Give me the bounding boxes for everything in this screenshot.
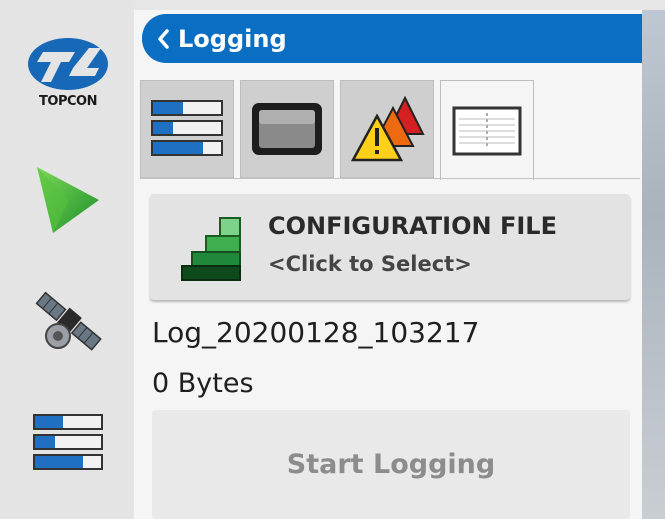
stairs-icon	[181, 217, 241, 281]
start-logging-button[interactable]: Start Logging	[152, 410, 630, 519]
start-logging-label: Start Logging	[286, 449, 496, 480]
tab-logging[interactable]	[440, 80, 534, 180]
run-screen-button[interactable]	[18, 160, 118, 240]
side-rail: TOPCON	[0, 0, 134, 519]
back-button[interactable]: Logging	[142, 14, 287, 63]
configuration-file-value: <Click to Select>	[268, 252, 472, 276]
logo-text: TOPCON	[39, 93, 97, 109]
configuration-file-title: CONFIGURATION FILE	[268, 212, 557, 240]
page-title: Logging	[178, 24, 287, 53]
logging-panel: Logging CONFIGURATION FILE <Click to Sel…	[134, 10, 642, 519]
chevron-left-icon	[158, 28, 169, 49]
system-button[interactable]	[18, 408, 118, 478]
bar-list-icon	[151, 100, 223, 156]
tab-system[interactable]	[140, 80, 234, 178]
tab-display[interactable]	[240, 80, 334, 178]
log-file-icon	[452, 106, 522, 155]
gnss-button[interactable]	[18, 282, 118, 362]
title-bar: Logging	[142, 14, 642, 63]
configuration-file-button[interactable]: CONFIGURATION FILE <Click to Select>	[150, 194, 630, 300]
topcon-logo-icon	[28, 37, 108, 90]
bar-list-icon	[33, 414, 103, 470]
tab-strip	[140, 80, 640, 180]
background-strip	[642, 10, 665, 519]
play-triangle-icon	[37, 167, 99, 233]
tab-divider	[140, 178, 640, 179]
log-file-name: Log_20200128_103217	[152, 316, 480, 349]
satellite-icon	[35, 291, 102, 351]
warning-alerts-icon	[350, 95, 425, 162]
log-file-size: 0 Bytes	[152, 368, 254, 399]
tab-alarms[interactable]	[340, 80, 434, 178]
topcon-logo[interactable]: TOPCON	[18, 26, 118, 116]
display-monitor-icon	[252, 103, 322, 155]
